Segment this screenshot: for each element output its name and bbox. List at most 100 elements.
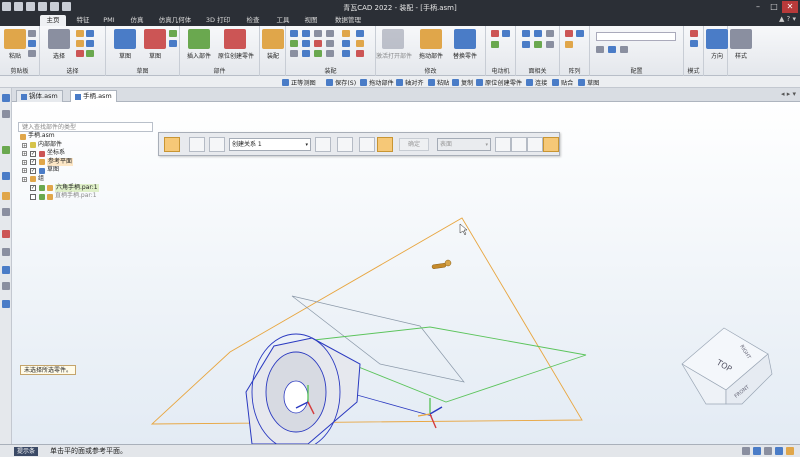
- copy-icon[interactable]: [28, 40, 36, 47]
- tree-item-sketches[interactable]: + ✓ 草图: [18, 166, 153, 175]
- visibility-checkbox[interactable]: [30, 193, 36, 200]
- sketch-line-icon[interactable]: [169, 30, 177, 37]
- match-coordinate-icon[interactable]: [314, 50, 322, 57]
- path-icon[interactable]: [302, 50, 310, 57]
- cam-icon[interactable]: [302, 40, 310, 47]
- fit-icon[interactable]: [753, 447, 761, 455]
- pan-icon[interactable]: [764, 447, 772, 455]
- doc-tab-handle-asm[interactable]: 手柄.asm: [70, 90, 117, 102]
- insert-icon[interactable]: [326, 30, 334, 37]
- cmd-paste[interactable]: 粘贴: [428, 78, 449, 87]
- face-parallel-icon[interactable]: [546, 41, 554, 48]
- tree-item-reference-planes[interactable]: + ✓ 参考平面: [18, 157, 153, 167]
- config-display-icon[interactable]: [608, 46, 616, 53]
- relation-type-button[interactable]: [164, 137, 180, 152]
- tree-item-assembly-root[interactable]: 手柄.asm: [18, 132, 153, 141]
- zoom-icon[interactable]: [742, 447, 750, 455]
- face-move-icon[interactable]: [534, 41, 542, 48]
- select-filter-icon[interactable]: [76, 30, 84, 37]
- zoom-icon[interactable]: [86, 50, 94, 57]
- tree-expander[interactable]: +: [22, 159, 27, 165]
- tab-inspect[interactable]: 检查: [240, 15, 266, 26]
- tree-item-internal-components[interactable]: + 内部部件: [18, 141, 153, 150]
- relation-options-button[interactable]: [189, 137, 205, 152]
- relation-list-icon[interactable]: [326, 50, 334, 57]
- face-align-icon[interactable]: [522, 41, 530, 48]
- ground-icon[interactable]: [290, 50, 298, 57]
- config-save-icon[interactable]: [596, 46, 604, 53]
- properties-icon[interactable]: [2, 282, 10, 290]
- apply-button[interactable]: 确定: [399, 138, 429, 151]
- hide-icon[interactable]: [86, 40, 94, 47]
- duplicate-icon[interactable]: [565, 41, 573, 48]
- face-offset-icon[interactable]: [534, 30, 542, 37]
- tab-simulation-geometry[interactable]: 仿真几何体: [152, 15, 198, 26]
- mirror-icon[interactable]: [576, 30, 584, 37]
- drag-component-button[interactable]: 拖动部件: [419, 29, 443, 60]
- view-cube[interactable]: TOP RIGHT FRONT: [681, 327, 773, 405]
- replace-part-button[interactable]: 替换零件: [453, 29, 477, 60]
- tree-expander[interactable]: +: [22, 142, 27, 148]
- tab-simulation[interactable]: 仿真: [124, 15, 150, 26]
- relation-assistant-icon[interactable]: [342, 50, 350, 57]
- cmd-mate[interactable]: 贴合: [552, 78, 573, 87]
- mode-ordered-icon[interactable]: [690, 30, 698, 37]
- layers-tab-icon[interactable]: [2, 110, 10, 118]
- tab-tools[interactable]: 工具: [270, 15, 296, 26]
- orient-button[interactable]: 方向: [706, 29, 728, 60]
- select-element-button[interactable]: [377, 137, 393, 152]
- show-icon[interactable]: [76, 40, 84, 47]
- visibility-checkbox[interactable]: ✓: [30, 185, 36, 192]
- config-zone-icon[interactable]: [620, 46, 628, 53]
- help-icon[interactable]: [2, 172, 10, 180]
- activate-part-button[interactable]: 激活打开部件: [376, 29, 412, 60]
- insert-component-button[interactable]: 插入部件: [187, 29, 211, 60]
- gear-icon[interactable]: [314, 40, 322, 47]
- color-icon[interactable]: [2, 230, 10, 238]
- face-relate-icon[interactable]: [522, 30, 530, 37]
- cmd-save[interactable]: 保存(S): [326, 78, 356, 87]
- cmd-axial-align[interactable]: 轴对齐: [396, 78, 424, 87]
- parallel-icon[interactable]: [326, 40, 334, 47]
- cmd-isometric[interactable]: 正等测图: [282, 78, 316, 87]
- tab-3d-print[interactable]: 3D 打印: [201, 15, 235, 26]
- target-select-button[interactable]: [543, 137, 559, 152]
- select-box-icon[interactable]: [86, 30, 94, 37]
- cmd-drag-component[interactable]: 拖动部件: [360, 78, 394, 87]
- cut-icon[interactable]: [28, 30, 36, 37]
- flip-button[interactable]: [337, 137, 353, 152]
- center-plane-icon[interactable]: [342, 40, 350, 47]
- connect-icon[interactable]: [342, 30, 350, 37]
- maximize-button[interactable]: □: [766, 1, 782, 13]
- rotate-icon[interactable]: [775, 447, 783, 455]
- tree-item-hex-handle[interactable]: ✓ 六角手柄.par:1: [18, 183, 153, 193]
- rigid-set-icon[interactable]: [356, 40, 364, 47]
- create-in-place-button[interactable]: 原位创建零件: [218, 29, 254, 60]
- minimize-button[interactable]: –: [750, 1, 766, 13]
- view-style-icon[interactable]: [786, 447, 794, 455]
- motor-play-icon[interactable]: [491, 41, 499, 48]
- planar-align-icon[interactable]: [302, 30, 310, 37]
- select-part-button[interactable]: [359, 137, 375, 152]
- delete-icon[interactable]: [76, 50, 84, 57]
- reference-plane-orange[interactable]: [150, 217, 583, 425]
- tree-item-coordinate-systems[interactable]: + ✓ 坐标系: [18, 149, 153, 158]
- select-button[interactable]: 选择: [48, 29, 70, 60]
- assemble-button[interactable]: 装配: [262, 29, 284, 60]
- cmd-sketch[interactable]: 草图: [578, 78, 599, 87]
- axial-align-icon[interactable]: [314, 30, 322, 37]
- paste-button[interactable]: 粘贴: [4, 29, 26, 60]
- visibility-checkbox[interactable]: ✓: [30, 159, 36, 166]
- surface-filter-combo[interactable]: 表面 ▾: [437, 138, 491, 151]
- mode-sync-icon[interactable]: [690, 40, 698, 47]
- parts-library-icon[interactable]: [2, 192, 10, 200]
- relation-list-button[interactable]: [209, 137, 225, 152]
- visibility-checkbox[interactable]: ✓: [30, 167, 36, 174]
- display-icon[interactable]: [2, 266, 10, 274]
- doc-tabs-nav[interactable]: ◂ ▸ ▾: [781, 90, 796, 98]
- angle-icon[interactable]: [356, 30, 364, 37]
- cmd-create-in-place[interactable]: 原位创建零件: [476, 78, 522, 87]
- tree-item-straight-handle[interactable]: 直柄手柄.par:1: [18, 192, 153, 201]
- target-face-button[interactable]: [527, 137, 543, 152]
- cmd-copy[interactable]: 复制: [452, 78, 473, 87]
